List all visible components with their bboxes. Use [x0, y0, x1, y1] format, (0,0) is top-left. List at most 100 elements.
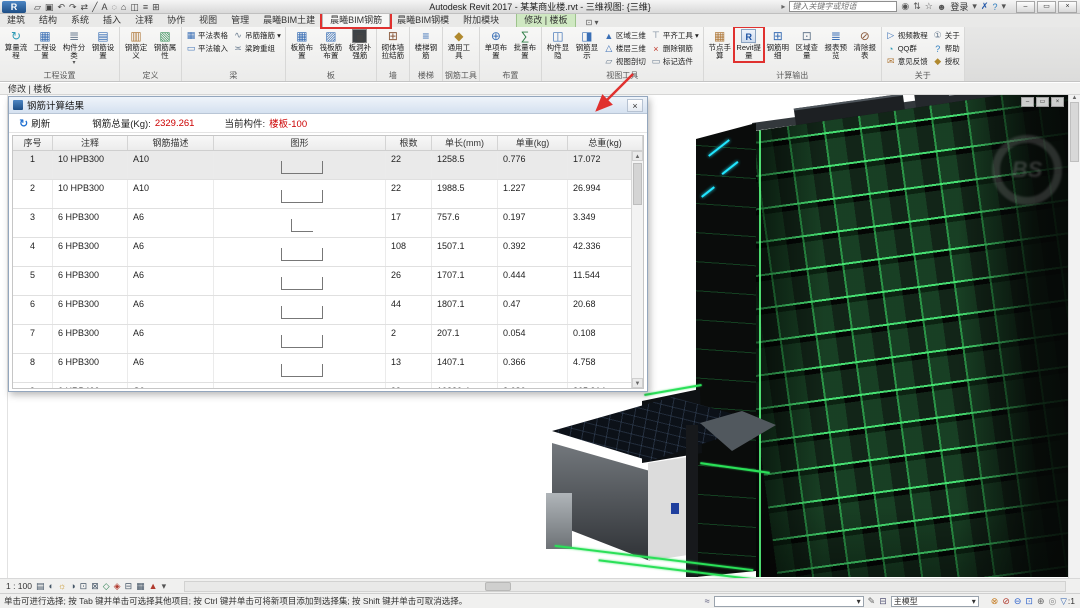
tag-icon[interactable]: ◌: [112, 1, 117, 13]
section-icon[interactable]: ◫: [130, 1, 139, 13]
select-by-face-toggle[interactable]: ⊡: [1025, 596, 1033, 607]
select-pinned-toggle[interactable]: ⊖: [1014, 596, 1022, 607]
user-icon[interactable]: ☻: [937, 2, 946, 12]
thin-lines-icon[interactable]: ≡: [143, 1, 148, 13]
ribbon-button-region-quantity[interactable]: ⊡区域查量: [793, 28, 821, 61]
ribbon-button-rebar-schedule[interactable]: ⊞钢筋明细: [764, 28, 792, 61]
drag-on-selection-toggle[interactable]: ⊕: [1037, 596, 1045, 607]
ribbon-button-help[interactable]: ?帮助: [931, 42, 962, 55]
dialog-close-button[interactable]: ×: [627, 99, 643, 112]
ribbon-button-clear-report[interactable]: ⊘清除报表: [851, 28, 879, 61]
ribbon-button-report-preview[interactable]: ≣报表预览: [822, 28, 850, 61]
select-underlay-toggle[interactable]: ⊘: [1002, 596, 1010, 607]
table-row[interactable]: 86 HPB300A6131407.10.3664.758: [13, 354, 643, 383]
table-row[interactable]: 66 HPB300A6441807.10.4720.68: [13, 296, 643, 325]
table-row[interactable]: 110 HPB300A10221258.50.77617.072: [13, 151, 643, 180]
ribbon-button-mark-selection[interactable]: ▭标记选件: [649, 55, 701, 68]
scroll-up-icon[interactable]: ▲: [1069, 95, 1080, 101]
minimize-button[interactable]: –: [1016, 1, 1035, 13]
table-row[interactable]: 210 HPB300A10221988.51.22726.994: [13, 180, 643, 209]
scroll-down-icon[interactable]: ▼: [632, 378, 643, 388]
ribbon-button-view-section[interactable]: ▱视图剖切: [602, 55, 648, 68]
ribbon-button-hanger-stirrup[interactable]: ∿吊筋箍筋 ▾: [231, 29, 283, 42]
ribbon-button-masonry-tie-rebar[interactable]: ⊞砌体墙拉结筋: [379, 28, 407, 61]
ribbon-button-flat-method-input[interactable]: ▭平法输入: [184, 42, 230, 55]
ribbon-button-node-hand-calc[interactable]: ▦节点手算: [706, 28, 734, 61]
search-input[interactable]: [789, 1, 897, 12]
sync-icon[interactable]: ⇄: [81, 1, 89, 13]
visual-style-icon[interactable]: ◐: [49, 581, 54, 592]
ribbon-button-project-setup[interactable]: ▦工程设置: [31, 28, 59, 61]
temporary-hide-isolate-icon[interactable]: ◇: [103, 581, 110, 592]
vertical-scrollbar[interactable]: ▲: [1068, 95, 1080, 578]
ribbon-button-rebar-settings[interactable]: ▤钢筋设置: [89, 28, 117, 61]
scale-button[interactable]: 1 : 100: [6, 581, 32, 591]
ribbon-tab-insert[interactable]: 插入: [96, 12, 128, 27]
revit-logo-icon[interactable]: R: [2, 1, 26, 13]
vcb-more-icon[interactable]: ▾: [162, 581, 167, 592]
editing-requests-icon[interactable]: ✎: [868, 596, 876, 607]
ribbon-button-quantity-workflow[interactable]: ↻算量流程: [2, 28, 30, 61]
design-options-select[interactable]: 主模型▾: [891, 596, 979, 607]
table-row[interactable]: 46 HPB300A61081507.10.39242.336: [13, 238, 643, 267]
active-workset-select[interactable]: ▾: [714, 596, 864, 607]
ribbon-button-rebar-properties[interactable]: ▧钢筋属性: [151, 28, 179, 61]
worksets-icon[interactable]: ≈: [705, 596, 710, 606]
ribbon-button-slab-rebar-layout[interactable]: ▦板筋布置: [288, 28, 316, 61]
crop-view-icon[interactable]: ⊡: [80, 581, 88, 592]
refresh-button[interactable]: ↻ 刷新: [19, 116, 50, 130]
subscription-center-icon[interactable]: ⇅: [913, 1, 921, 12]
detail-level-icon[interactable]: ▤: [36, 581, 45, 592]
shadows-icon[interactable]: ◑: [70, 581, 75, 592]
ribbon-button-general-tools[interactable]: ◆通用工具: [445, 28, 473, 61]
open-file-icon[interactable]: ▱: [34, 1, 41, 13]
ribbon-button-license[interactable]: ◆授权: [931, 55, 962, 68]
ribbon-button-flat-method-table[interactable]: ▦平法表格: [184, 29, 230, 42]
ribbon-button-delete-rebar[interactable]: ×删除钢筋: [649, 42, 701, 55]
table-row[interactable]: 76 HPB300A62207.10.0540.108: [13, 325, 643, 354]
horizontal-scrollbar[interactable]: [184, 581, 1066, 592]
ribbon-tab-manage[interactable]: 管理: [224, 12, 256, 27]
ribbon-tab-addins[interactable]: 附加模块: [456, 12, 506, 27]
exchange-apps-icon[interactable]: ✗: [981, 1, 989, 12]
sun-path-icon[interactable]: ☼: [58, 581, 66, 592]
ribbon-button-component-visibility[interactable]: ◫构件显隐: [544, 28, 572, 61]
ribbon-button-floor-3d[interactable]: △楼层三维: [602, 42, 648, 55]
show-crop-icon[interactable]: ⊠: [91, 581, 99, 592]
view-close-button[interactable]: ×: [1051, 97, 1064, 107]
ribbon-button-qq-group[interactable]: ◔QQ群: [884, 42, 930, 55]
ribbon-button-align-tool[interactable]: ⊤平齐工具 ▾: [649, 29, 701, 42]
background-process-icon[interactable]: ◎: [1049, 596, 1057, 607]
ribbon-button-video-tutorial[interactable]: ▷视频教程: [884, 29, 930, 42]
sign-in-label[interactable]: 登录: [950, 0, 968, 13]
ribbon-button-single-layout[interactable]: ⊕单项布置: [482, 28, 510, 61]
ribbon-button-feedback[interactable]: ✉意见反馈: [884, 55, 930, 68]
design-options-icon[interactable]: ⊟: [879, 596, 887, 607]
default-3d-view-icon[interactable]: ⌂: [121, 1, 126, 13]
ribbon-button-raft-rebar-layout[interactable]: ▨筏板筋布置: [317, 28, 345, 61]
view-minimize-button[interactable]: –: [1021, 97, 1034, 107]
scrollbar-thumb[interactable]: [1070, 102, 1079, 162]
ribbon-tab-annotate[interactable]: 注释: [128, 12, 160, 27]
ribbon-tab-view[interactable]: 视图: [192, 12, 224, 27]
measure-icon[interactable]: ╱: [92, 1, 97, 13]
ribbon-tab-structure[interactable]: 结构: [32, 12, 64, 27]
ribbon-button-region-3d[interactable]: ▲区域三维: [602, 29, 648, 42]
table-scrollbar[interactable]: ▲ ▼: [631, 151, 643, 388]
undo-icon[interactable]: ↶: [57, 1, 65, 13]
reveal-hidden-icon[interactable]: ◈: [114, 581, 121, 592]
dropdown-arrow-icon[interactable]: ▾: [972, 1, 977, 12]
switch-windows-icon[interactable]: ⊞: [152, 1, 160, 13]
ribbon-display-toggle[interactable]: ⊡ ▾: [586, 18, 599, 27]
ribbon-tab-collaborate[interactable]: 协作: [160, 12, 192, 27]
ribbon-button-rebar-define[interactable]: ▥钢筋定义: [122, 28, 150, 61]
filter-button[interactable]: ▽ :1: [1060, 596, 1075, 607]
dialog-title-bar[interactable]: 钢筋计算结果 ×: [9, 97, 647, 114]
ribbon-button-stair-rebar[interactable]: ≡楼梯钢筋: [412, 28, 440, 61]
favorites-icon[interactable]: ☆: [925, 1, 933, 12]
ribbon-button-slab-opening-reinforce[interactable]: ▣板洞补强筋: [346, 28, 374, 61]
restore-button[interactable]: ▭: [1037, 1, 1056, 13]
save-icon[interactable]: ▣: [45, 1, 54, 13]
view-restore-button[interactable]: ▭: [1036, 97, 1049, 107]
table-row[interactable]: 96 HRB400C69910330.42.686265.914: [13, 383, 643, 389]
